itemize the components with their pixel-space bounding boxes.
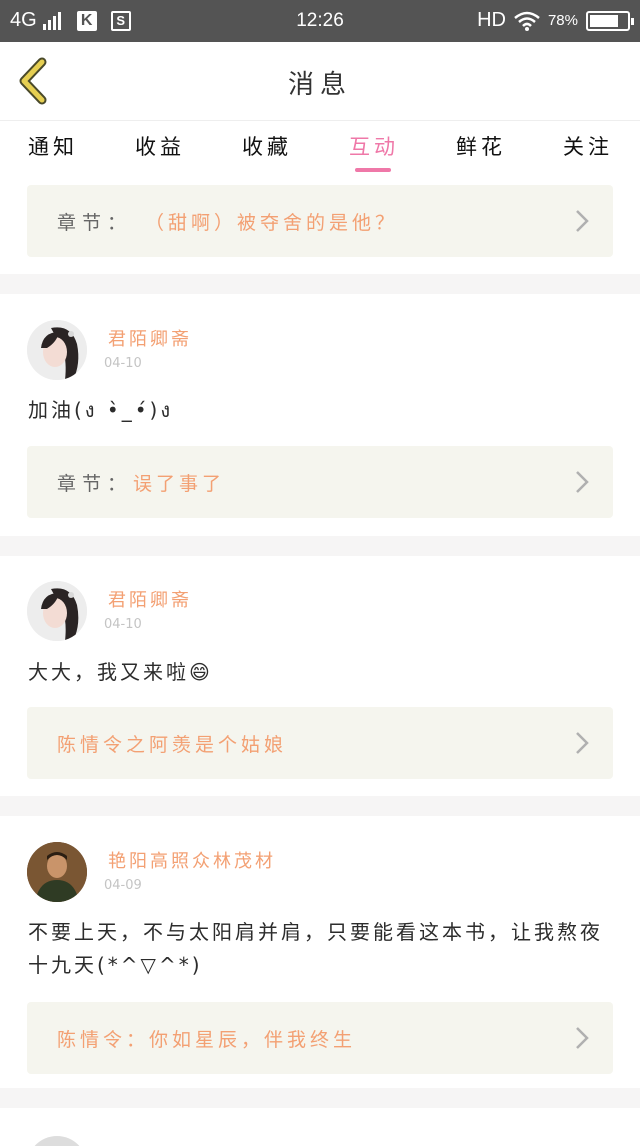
tab-favorites[interactable]: 收藏 [227,131,307,161]
comment-text: 加油(ง •̀_•́)ง [28,398,174,422]
avatar[interactable] [27,842,87,902]
avatar[interactable] [27,1136,87,1146]
message-card: 君陌卿斋 04-10 加油(ง •̀_•́)ง 章节： 误了事了 [0,294,640,536]
tab-follow[interactable]: 关注 [548,131,628,161]
chapter-link[interactable]: 章节： （甜啊）被夺舍的是他？ [27,185,613,257]
tab-notice[interactable]: 通知 [13,131,93,161]
chevron-right-icon [576,1027,589,1049]
tab-bar: 通知 收益 收藏 互动 鲜花 关注 [0,120,640,176]
tab-flowers[interactable]: 鲜花 [441,131,521,161]
chevron-right-icon [576,732,589,754]
username[interactable]: 君陌卿斋 [108,586,192,612]
message-card: 君陌卿斋 04-10 大大，我又来啦😄 陈情令之阿羡是个姑娘 [0,556,640,796]
wifi-icon [514,11,540,31]
battery-percent: 78% [547,12,578,29]
status-right: HD 78% [477,9,634,32]
ref-title: 陈情令之阿羡是个姑娘 [57,734,288,756]
message-card: 艳阳高照众林茂材 04-09 不要上天，不与太阳肩并肩，只要能看这本书，让我熬夜… [0,816,640,1088]
ref-label: 章节： [57,212,133,234]
username[interactable]: 艳阳高照众林茂材 [108,847,276,873]
message-card [0,1108,640,1146]
comment-text: 大大，我又来啦😄 [28,660,213,684]
comment-date: 04-10 [104,617,142,632]
avatar[interactable] [27,581,87,641]
comment-date: 04-10 [104,356,142,371]
username[interactable]: 君陌卿斋 [108,325,192,351]
book-link[interactable]: 陈情令：你如星辰，伴我终生 [27,1002,613,1074]
nav-bar: 消息 [0,42,640,120]
book-link[interactable]: 陈情令之阿羡是个姑娘 [27,707,613,779]
active-tab-indicator [355,168,391,172]
ref-title: （甜啊）被夺舍的是他？ [145,212,399,234]
ref-label: 章节： [57,473,133,495]
page-title: 消息 [287,70,352,100]
comment-text: 不要上天，不与太阳肩并肩，只要能看这本书，让我熬夜十九天(*^▽^*) [28,920,603,977]
chevron-right-icon [576,471,589,493]
tab-earnings[interactable]: 收益 [120,131,200,161]
status-bar: 4G K S 12:26 HD 78% [0,0,640,42]
hd-indicator: HD [477,9,506,31]
avatar[interactable] [27,320,87,380]
battery-icon [586,10,634,31]
message-card: 章节： （甜啊）被夺舍的是他？ [0,176,640,274]
tab-interaction[interactable]: 互动 [334,131,414,161]
chevron-right-icon [576,210,589,232]
ref-title: 陈情令：你如星辰，伴我终生 [57,1029,357,1051]
battery-fill [590,14,619,27]
chapter-link[interactable]: 章节： 误了事了 [27,446,613,518]
ref-title: 误了事了 [133,473,226,495]
comment-date: 04-09 [104,878,142,893]
